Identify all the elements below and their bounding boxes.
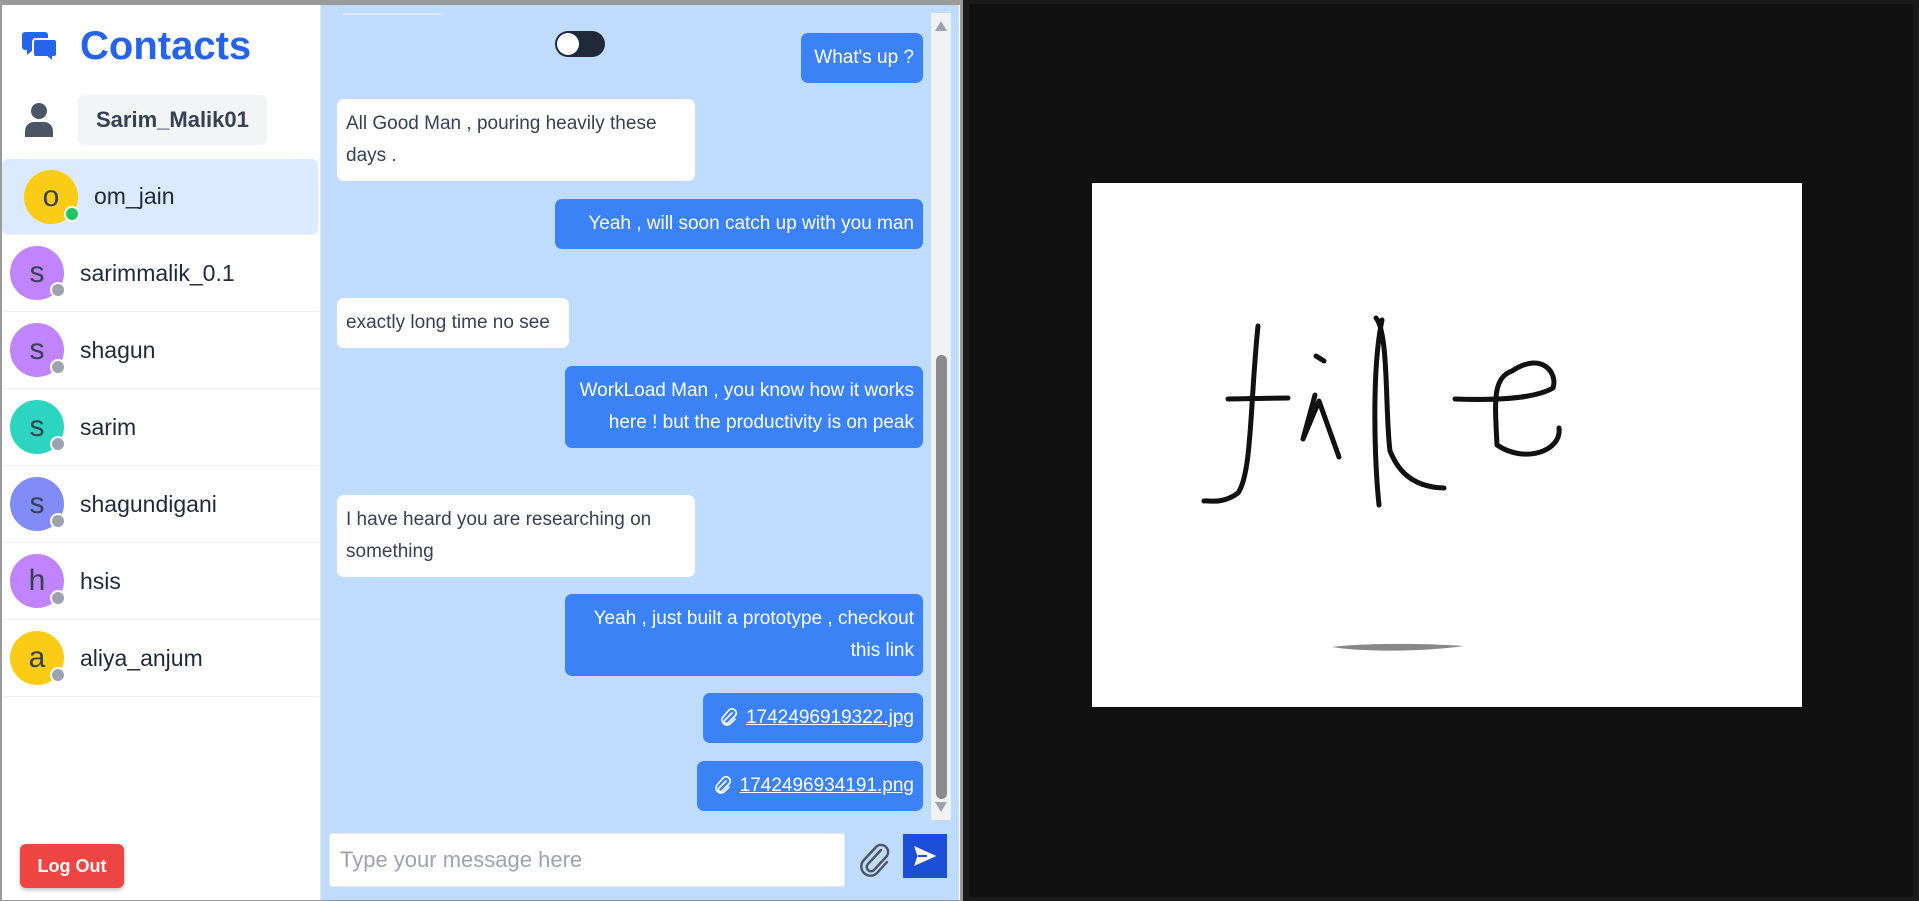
logout-button[interactable]: Log Out bbox=[20, 844, 124, 888]
theme-toggle[interactable] bbox=[555, 31, 605, 57]
avatar-initial: a bbox=[28, 641, 46, 674]
scroll-up-arrow-icon[interactable] bbox=[935, 21, 947, 31]
contact-item[interactable]: a aliya_anjum bbox=[2, 620, 320, 697]
sent-message: WorkLoad Man , you know how it works her… bbox=[565, 366, 923, 448]
status-indicator bbox=[64, 205, 80, 222]
sidebar-header: Contacts bbox=[2, 5, 320, 87]
contact-item[interactable]: s sarim bbox=[2, 389, 320, 466]
paperclip-icon bbox=[714, 776, 731, 794]
status-indicator bbox=[50, 359, 66, 375]
viewer-canvas: file bbox=[969, 4, 1913, 897]
file-attachment-link[interactable]: 1742496919322.jpg bbox=[703, 693, 923, 743]
status-indicator bbox=[50, 590, 66, 606]
file-attachment-link[interactable]: 1742496934191.png bbox=[697, 761, 923, 811]
preview-image: file bbox=[1092, 183, 1802, 707]
received-message: I have heard you are researching on some… bbox=[337, 495, 695, 577]
avatar: s bbox=[10, 400, 66, 454]
current-user: Sarim_Malik01 bbox=[2, 87, 320, 153]
sidebar: Contacts Sarim_Malik01 o om_jains sarimmal… bbox=[2, 5, 321, 900]
chat-bubbles-icon bbox=[22, 32, 58, 65]
status-indicator bbox=[50, 282, 66, 298]
avatar-initial: o bbox=[42, 179, 60, 213]
avatar: s bbox=[10, 246, 66, 300]
contact-item[interactable]: s shagun bbox=[2, 312, 320, 389]
file-name[interactable]: 1742496919322.jpg bbox=[746, 702, 914, 734]
composer bbox=[321, 820, 959, 900]
status-indicator bbox=[50, 667, 66, 683]
avatar-initial: s bbox=[29, 256, 45, 289]
handwritten-file-drawing: file bbox=[1201, 315, 1562, 651]
contact-name: om_jain bbox=[94, 183, 175, 209]
avatar: s bbox=[10, 477, 66, 531]
scrollbar[interactable] bbox=[931, 13, 951, 820]
send-icon bbox=[914, 846, 936, 866]
contact-name: sarimmalik_0.1 bbox=[80, 259, 235, 286]
avatar-initial: s bbox=[29, 487, 45, 520]
sent-message: Yeah , will soon catch up with you man bbox=[555, 199, 923, 249]
contact-name: shagun bbox=[80, 336, 156, 363]
avatar: a bbox=[10, 631, 66, 685]
message-list: What's up ? All Good Man , pouring heavil… bbox=[321, 5, 933, 820]
paperclip-icon bbox=[721, 708, 738, 726]
sent-message: Yeah , just built a prototype , checkout… bbox=[565, 594, 923, 676]
status-indicator bbox=[50, 436, 66, 452]
screen: Contacts Sarim_Malik01 o om_jains sarimmal… bbox=[0, 0, 1919, 901]
received-message: exactly long time no see bbox=[337, 298, 569, 348]
received-message: All Good Man , pouring heavily these day… bbox=[337, 99, 695, 181]
file-name[interactable]: 1742496934191.png bbox=[740, 770, 914, 802]
current-username: Sarim_Malik01 bbox=[78, 95, 267, 145]
avatar-initial: h bbox=[28, 564, 46, 597]
avatar: s bbox=[10, 323, 66, 377]
sidebar-title: Contacts bbox=[80, 23, 252, 68]
chat-panel: What's up ? All Good Man , pouring heavil… bbox=[321, 5, 959, 900]
scroll-down-arrow-icon[interactable] bbox=[935, 802, 947, 812]
status-indicator bbox=[50, 513, 66, 529]
contact-item[interactable]: h hsis bbox=[2, 543, 320, 620]
sent-message: What's up ? bbox=[801, 33, 923, 83]
contact-name: sarim bbox=[80, 413, 137, 440]
avatar-initial: s bbox=[29, 410, 45, 443]
message-input[interactable] bbox=[329, 833, 845, 887]
toggle-knob bbox=[557, 33, 579, 55]
image-viewer: file bbox=[963, 0, 1919, 901]
avatar-initial: s bbox=[29, 333, 45, 366]
send-button[interactable] bbox=[903, 834, 947, 878]
divider bbox=[343, 13, 443, 15]
chat-app: Contacts Sarim_Malik01 o om_jains sarimmal… bbox=[2, 5, 960, 900]
contact-name: hsis bbox=[80, 567, 121, 594]
contact-list: o om_jain s sarimmalik_0.1 s shagun s sarim s sha… bbox=[2, 159, 320, 697]
paperclip-icon[interactable] bbox=[857, 840, 891, 878]
contact-item[interactable]: s shagundigani bbox=[2, 466, 320, 543]
contact-name: shagundigani bbox=[80, 490, 217, 517]
user-icon bbox=[25, 103, 53, 137]
contact-item[interactable]: s sarimmalik_0.1 bbox=[2, 235, 320, 312]
contact-item[interactable]: o om_jain bbox=[2, 159, 318, 235]
scrollbar-thumb[interactable] bbox=[936, 355, 947, 799]
avatar: o bbox=[24, 169, 80, 224]
avatar: h bbox=[10, 554, 66, 608]
contact-name: aliya_anjum bbox=[80, 644, 203, 671]
